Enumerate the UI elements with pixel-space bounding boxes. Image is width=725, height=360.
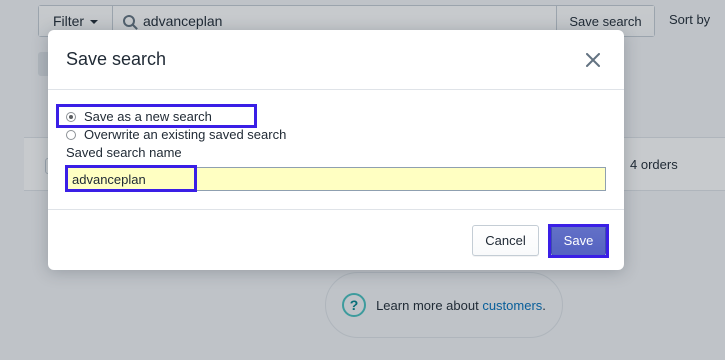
saved-search-name-input[interactable] xyxy=(66,167,606,191)
cancel-button[interactable]: Cancel xyxy=(472,225,539,256)
close-icon xyxy=(586,52,600,67)
radio-save-new[interactable]: Save as a new search xyxy=(66,109,212,124)
save-search-modal: Save search Save as a new search Overwri… xyxy=(48,30,624,270)
saved-search-name-label: Saved search name xyxy=(66,145,182,160)
radio-overwrite[interactable]: Overwrite an existing saved search xyxy=(66,127,286,142)
modal-title: Save search xyxy=(66,49,167,69)
close-button[interactable] xyxy=(580,47,606,73)
modal-footer: Cancel Save xyxy=(48,211,624,270)
radio-button[interactable] xyxy=(66,129,76,140)
radio-save-new-label: Save as a new search xyxy=(84,109,212,124)
radio-button-selected[interactable] xyxy=(66,111,76,122)
modal-header: Save search xyxy=(48,30,624,90)
radio-overwrite-label: Overwrite an existing saved search xyxy=(84,127,287,142)
save-button[interactable]: Save xyxy=(551,225,606,256)
